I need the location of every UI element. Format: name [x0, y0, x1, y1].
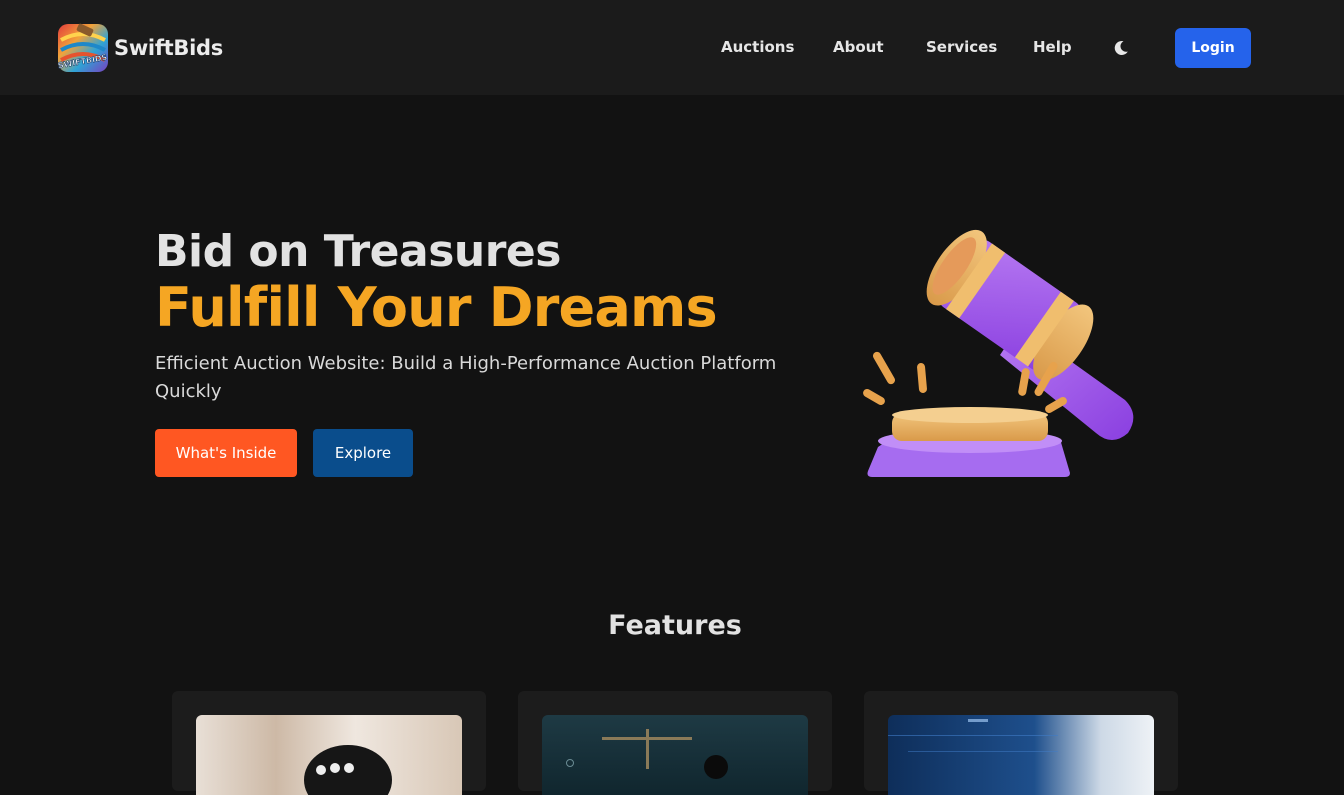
swiftbids-logo-icon: SWIFTBIDS [57, 23, 108, 72]
brand-name: SwiftBids [114, 36, 223, 60]
feature-card[interactable] [172, 691, 486, 795]
navbar: SWIFTBIDS SwiftBids Auctions About Servi… [0, 0, 1344, 95]
hero-subtitle: Efficient Auction Website: Build a High-… [155, 353, 777, 402]
auction-crowd-image [196, 715, 462, 795]
nav-link-services[interactable]: Services [926, 38, 997, 56]
explore-button[interactable]: Explore [313, 429, 413, 477]
gavel-illustration [863, 229, 1134, 477]
brand-logo-link[interactable]: SWIFTBIDS SwiftBids [55, 20, 223, 76]
nav-link-help[interactable]: Help [1033, 38, 1072, 56]
nav-link-auctions[interactable]: Auctions [721, 38, 794, 56]
nav-link-about[interactable]: About [833, 38, 884, 56]
justice-scales-image [542, 715, 808, 795]
digital-hand-image [888, 715, 1154, 795]
moon-icon[interactable] [1112, 39, 1130, 57]
whats-inside-button[interactable]: What's Inside [155, 429, 297, 477]
login-button[interactable]: Login [1175, 28, 1251, 68]
feature-card[interactable] [518, 691, 832, 795]
features-heading: Features [608, 610, 742, 641]
hero-title-line1: Bid on Treasures [155, 226, 561, 277]
hero-title-line2: Fulfill Your Dreams [155, 276, 718, 339]
feature-card[interactable] [864, 691, 1178, 795]
